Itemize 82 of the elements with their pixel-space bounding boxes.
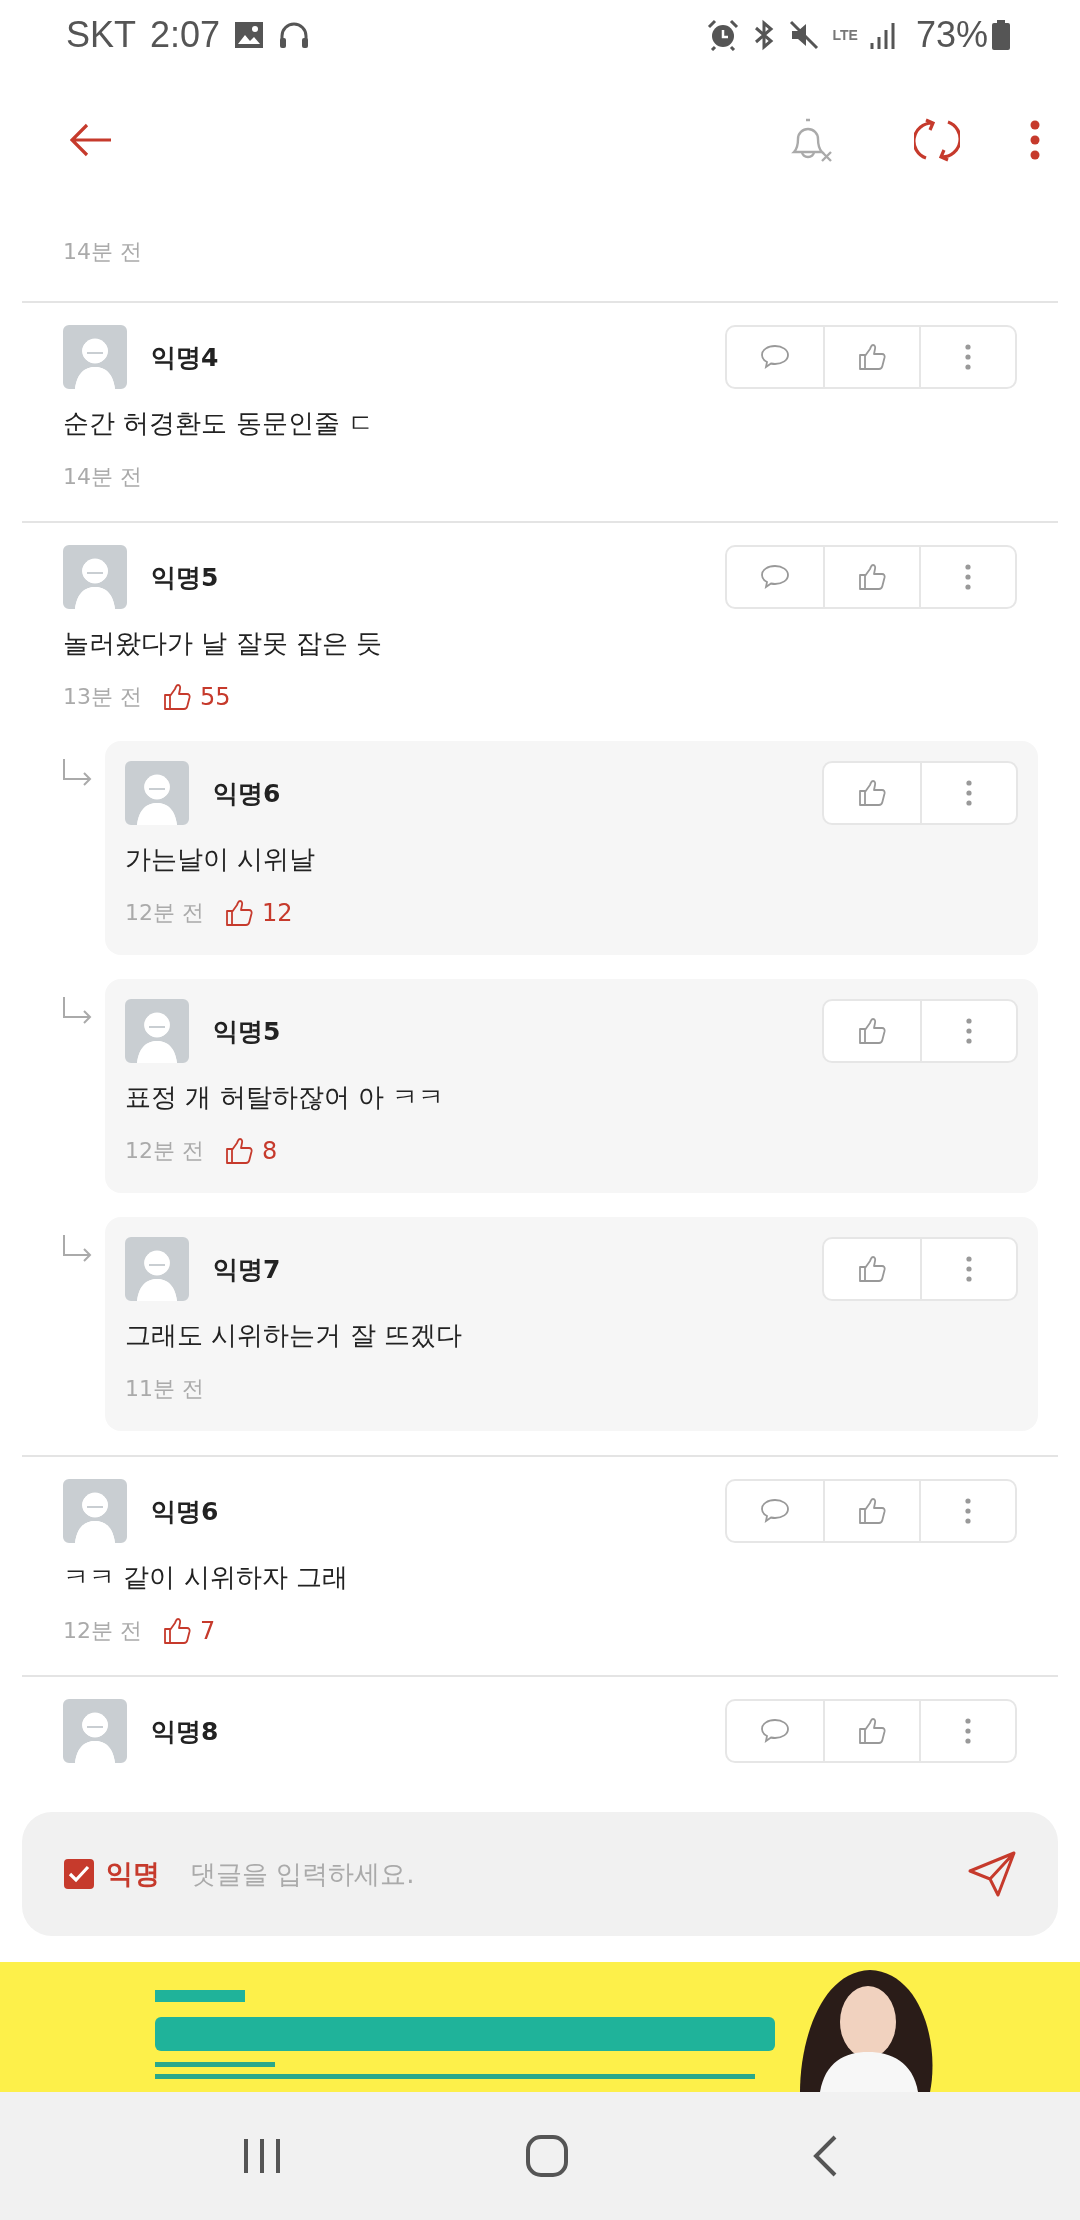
comment-text: 놀러왔다가 날 잘못 잡은 듯	[63, 627, 384, 660]
back-button[interactable]	[812, 2135, 839, 2177]
clock: 2:07	[150, 14, 221, 56]
thumbs-up-icon	[857, 1254, 887, 1284]
thumbs-up-icon	[857, 778, 887, 808]
image-icon	[234, 21, 265, 49]
checkbox[interactable]	[64, 1859, 94, 1889]
comment-time: 13분 전	[63, 683, 142, 711]
speech-bubble-icon	[760, 344, 790, 370]
comment-text: ㅋㅋ 같이 시위하자 그래	[63, 1561, 349, 1594]
like-icon	[162, 682, 192, 712]
author-name: 익명6	[151, 1495, 220, 1528]
battery-icon	[992, 20, 1010, 50]
more-icon	[965, 1255, 973, 1283]
more-icon	[964, 1497, 972, 1525]
like-count[interactable]: 55	[162, 682, 231, 712]
comment-time: 12분 전	[125, 1137, 204, 1165]
more-icon	[964, 343, 972, 371]
author-name: 익명7	[213, 1253, 282, 1286]
comment-time: 14분 전	[63, 463, 142, 491]
thumbs-up-icon	[857, 1016, 887, 1046]
avatar-icon	[63, 1479, 127, 1543]
avatar-icon	[63, 325, 127, 389]
refresh-button[interactable]	[914, 116, 960, 164]
back-button[interactable]	[70, 123, 112, 157]
speech-bubble-icon	[760, 1718, 790, 1744]
avatar-icon	[125, 999, 189, 1063]
avatar-icon	[125, 1237, 189, 1301]
author-name: 익명6	[213, 777, 282, 810]
back-icon	[812, 2135, 839, 2177]
like-icon	[162, 1616, 192, 1646]
bluetooth-icon	[752, 19, 775, 51]
back-arrow-icon	[70, 123, 112, 157]
alarm-icon	[706, 19, 739, 51]
more-icon	[964, 1717, 972, 1745]
thumbs-up-icon	[857, 1716, 887, 1746]
like-count[interactable]: 12	[224, 898, 293, 928]
avatar-icon	[125, 761, 189, 825]
send-button[interactable]	[968, 1851, 1016, 1897]
comment-text: 표정 개 허탈하잖어 아 ㅋㅋ	[125, 1081, 446, 1114]
thumbs-up-icon	[857, 1496, 887, 1526]
check-icon	[68, 1865, 90, 1883]
thumbs-up-icon	[857, 342, 887, 372]
comment-text: 그래도 시위하는거 잘 뜨겠다	[125, 1319, 463, 1352]
comment-time: 12분 전	[63, 1617, 142, 1645]
author-name: 익명5	[213, 1015, 282, 1048]
avatar-icon	[63, 1699, 127, 1763]
comment-time: 14분 전	[63, 239, 142, 264]
comment-text: 순간 허경환도 동문인줄 ㄷ	[63, 407, 375, 440]
more-icon	[1030, 120, 1040, 160]
speech-bubble-icon	[760, 564, 790, 590]
more-icon	[965, 1017, 973, 1045]
mute-icon	[788, 20, 819, 50]
like-icon	[224, 898, 254, 928]
recent-apps-icon	[241, 2137, 282, 2175]
home-icon	[525, 2134, 569, 2178]
author-name: 익명8	[151, 1715, 220, 1748]
speech-bubble-icon	[760, 1498, 790, 1524]
recent-apps-button[interactable]	[241, 2137, 282, 2175]
network-type: LTE	[832, 28, 858, 42]
refresh-icon	[914, 116, 960, 164]
signal-icon	[869, 21, 896, 49]
like-icon	[224, 1136, 254, 1166]
like-count[interactable]: 8	[224, 1136, 278, 1166]
author-name: 익명4	[151, 341, 220, 374]
thumbs-up-icon	[857, 562, 887, 592]
headphones-icon	[278, 20, 311, 50]
battery-percent: 73%	[915, 14, 988, 56]
like-count[interactable]: 7	[162, 1616, 216, 1646]
send-icon	[968, 1851, 1016, 1897]
more-icon	[964, 563, 972, 591]
comment-time: 12분 전	[125, 899, 204, 927]
comment-text: 가는날이 시위날	[125, 843, 317, 876]
comment-time: 11분 전	[125, 1375, 204, 1403]
more-menu-button[interactable]	[1030, 120, 1040, 160]
carrier: SKT	[66, 14, 136, 56]
home-button[interactable]	[525, 2134, 569, 2178]
anonymous-checkbox[interactable]: 익명	[64, 1856, 160, 1892]
comment-input[interactable]: 댓글을 입력하세요.	[188, 1858, 968, 1890]
more-icon	[965, 779, 973, 807]
author-name: 익명5	[151, 561, 220, 594]
avatar-icon	[63, 545, 127, 609]
